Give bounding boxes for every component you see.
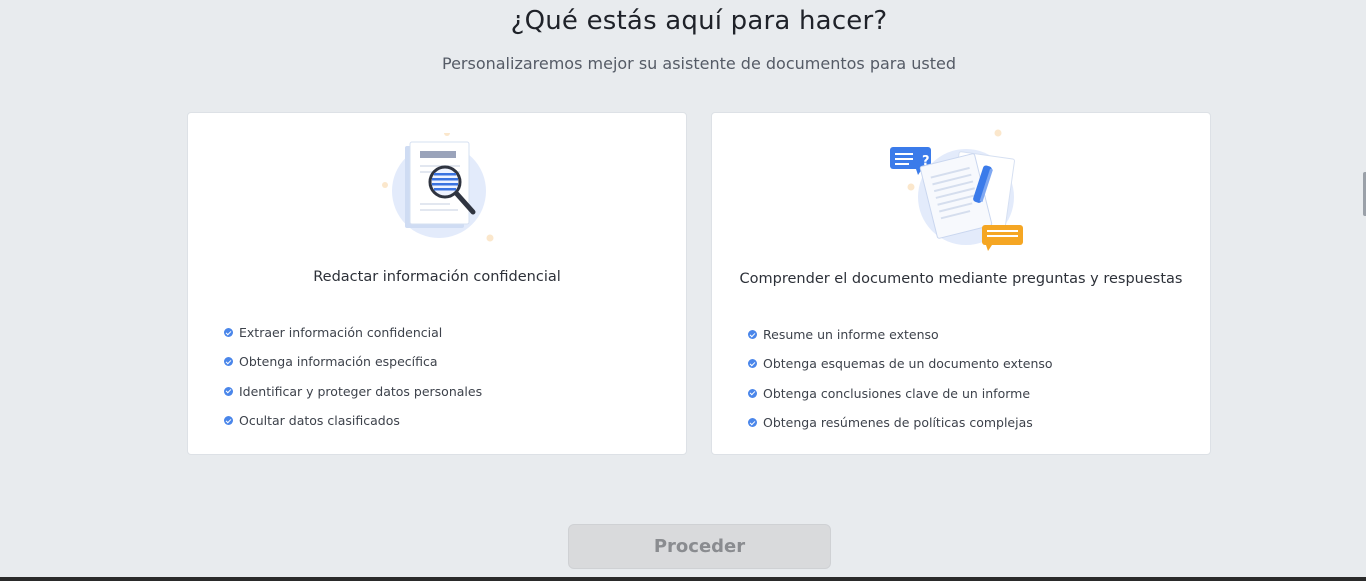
check-icon: [748, 359, 757, 369]
option-card-redact[interactable]: Redactar información confidencial Extrae…: [187, 112, 687, 455]
check-icon: [224, 386, 233, 396]
list-item: Obtenga información específica: [224, 347, 482, 376]
feature-list: Extraer información confidencial Obtenga…: [224, 318, 482, 435]
page-subtitle: Personalizaremos mejor su asistente de d…: [441, 54, 956, 73]
document-chat-icon: ?: [712, 127, 1210, 252]
page-title: ¿Qué estás aquí para hacer?: [510, 6, 888, 36]
list-item: Obtenga esquemas de un documento extenso: [748, 349, 1053, 378]
proceed-button[interactable]: Proceder: [568, 524, 831, 569]
card-title: Comprender el documento mediante pregunt…: [739, 271, 1183, 287]
check-icon: [224, 416, 233, 426]
page: ¿Qué estás aquí para hacer? Personalizar…: [0, 0, 1366, 581]
feature-list: Resume un informe extenso Obtenga esquem…: [748, 320, 1053, 437]
list-item: Resume un informe extenso: [748, 320, 1053, 349]
list-item: Obtenga resúmenes de políticas complejas: [748, 408, 1053, 437]
list-item: Ocultar datos clasificados: [224, 406, 482, 435]
check-icon: [224, 357, 233, 367]
check-icon: [748, 330, 757, 340]
bottom-divider: [0, 577, 1366, 581]
list-item: Extraer información confidencial: [224, 318, 482, 347]
list-item: Obtenga conclusiones clave de un informe: [748, 379, 1053, 408]
document-magnifier-icon: [188, 133, 686, 248]
card-title: Redactar información confidencial: [313, 269, 561, 285]
list-item: Identificar y proteger datos personales: [224, 377, 482, 406]
option-card-qa[interactable]: ? Comprender el documento mediante pregu…: [711, 112, 1211, 455]
check-icon: [748, 418, 757, 428]
check-icon: [748, 388, 757, 398]
check-icon: [224, 328, 233, 338]
